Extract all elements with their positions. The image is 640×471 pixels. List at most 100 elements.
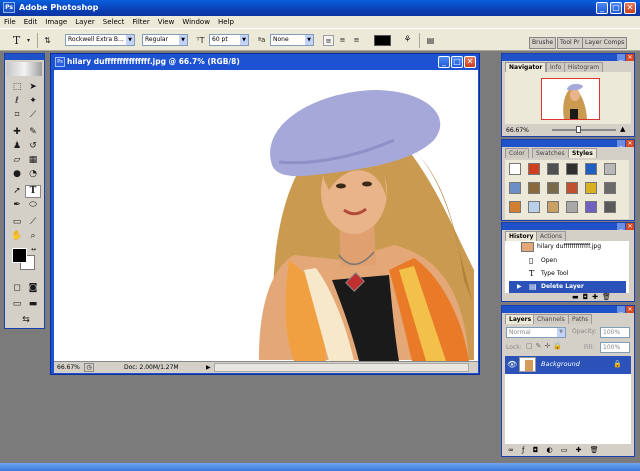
style-swatch[interactable] <box>528 182 540 194</box>
history-item-type-tool[interactable]: T Type Tool <box>509 268 626 280</box>
crop-tool-icon[interactable]: ⌗ <box>9 109 25 122</box>
navigator-zoom-value[interactable]: 66.67% <box>506 127 529 134</box>
menu-filter[interactable]: Filter <box>128 16 153 28</box>
tab-channels[interactable]: Channels <box>533 314 569 324</box>
doc-maximize-button[interactable]: □ <box>451 56 463 68</box>
clone-stamp-tool-icon[interactable]: ♟ <box>9 140 25 153</box>
style-swatch[interactable] <box>509 201 521 213</box>
panel-close-button[interactable]: ✕ <box>626 223 634 230</box>
tab-paths[interactable]: Paths <box>568 314 593 324</box>
palette-tab-brushes[interactable]: Brushe <box>529 37 557 49</box>
menu-select[interactable]: Select <box>99 16 129 28</box>
menu-view[interactable]: View <box>154 16 179 28</box>
adobe-online-feather-icon[interactable] <box>7 62 42 76</box>
antialias-select[interactable]: None ▼ <box>270 34 314 46</box>
lock-buttons[interactable]: ▢✎✛🔒 <box>526 342 565 350</box>
navigator-preview-area[interactable] <box>505 72 631 124</box>
tab-info[interactable]: Info <box>546 62 566 72</box>
align-right-icon[interactable]: ≡ <box>351 35 362 46</box>
horizontal-scrollbar[interactable] <box>214 363 469 372</box>
style-swatch[interactable] <box>547 163 559 175</box>
lasso-tool-icon[interactable]: ℓ <box>9 95 25 108</box>
blend-mode-select[interactable]: Normal ▼ <box>506 327 566 338</box>
tab-layers[interactable]: Layers <box>505 314 536 324</box>
pen-tool-icon[interactable]: ✒ <box>9 199 25 212</box>
panel-header[interactable] <box>502 223 634 230</box>
layer-name[interactable]: Background <box>541 360 580 368</box>
font-style-select[interactable]: Regular ▼ <box>142 34 188 46</box>
panel-minimize-button[interactable]: _ <box>617 223 625 230</box>
panel-minimize-button[interactable]: _ <box>617 54 625 61</box>
close-button[interactable]: ✕ <box>624 2 636 14</box>
navigator-zoom-slider[interactable] <box>552 126 616 133</box>
eraser-tool-icon[interactable]: ▱ <box>9 154 25 167</box>
type-tool-icon[interactable]: T <box>25 185 41 198</box>
eye-icon[interactable]: 👁 <box>507 360 517 369</box>
panel-minimize-button[interactable]: _ <box>617 306 625 313</box>
tab-actions[interactable]: Actions <box>536 231 566 241</box>
warp-text-icon[interactable]: ⚘ <box>402 35 413 46</box>
doc-minimize-button[interactable]: _ <box>438 56 450 68</box>
style-swatch[interactable] <box>585 201 597 213</box>
style-swatch[interactable] <box>528 201 540 213</box>
menu-window[interactable]: Window <box>178 16 214 28</box>
style-swatch[interactable] <box>509 163 521 175</box>
type-tool-preset-icon[interactable]: T <box>11 35 22 46</box>
panel-header[interactable] <box>502 306 634 313</box>
style-swatch[interactable] <box>604 163 616 175</box>
status-menu-arrow-icon[interactable]: ▶ <box>206 362 211 373</box>
font-family-select[interactable]: Rockwell Extra B... ▼ <box>65 34 135 46</box>
tab-color[interactable]: Color <box>505 148 529 158</box>
chevron-down-icon[interactable]: ▾ <box>23 35 34 46</box>
magic-wand-tool-icon[interactable]: ✦ <box>25 95 41 108</box>
foreground-color-swatch[interactable] <box>12 248 27 263</box>
opacity-field[interactable]: 100% <box>600 327 630 338</box>
zoom-in-icon[interactable]: ▲ <box>620 125 625 133</box>
panel-header[interactable] <box>502 140 634 147</box>
navigator-thumbnail[interactable] <box>541 78 600 120</box>
layers-footer-buttons[interactable]: ∞ ƒ ◘ ◐ ▭ ✚ 🗑 <box>508 446 602 454</box>
style-swatch[interactable] <box>566 163 578 175</box>
menu-image[interactable]: Image <box>41 16 71 28</box>
dodge-tool-icon[interactable]: ◔ <box>25 168 41 181</box>
tab-history[interactable]: History <box>505 231 538 241</box>
text-color-swatch[interactable] <box>374 35 391 46</box>
layer-row-background[interactable]: 👁 Background 🔒 <box>505 356 631 374</box>
gradient-tool-icon[interactable]: ▦ <box>25 154 41 167</box>
style-swatch[interactable] <box>604 182 616 194</box>
tab-swatches[interactable]: Swatches <box>532 148 569 158</box>
swap-colors-icon[interactable]: ↔ <box>31 246 36 253</box>
panel-header[interactable] <box>502 54 634 61</box>
history-brush-tool-icon[interactable]: ↺ <box>25 140 41 153</box>
quick-mask-mode-icon[interactable]: ◙ <box>25 282 41 295</box>
slider-thumb[interactable] <box>576 126 581 133</box>
history-item-open[interactable]: ▯ Open <box>509 255 626 267</box>
text-orientation-icon[interactable]: ⇅ <box>42 35 53 46</box>
panel-close-button[interactable]: ✕ <box>626 306 634 313</box>
move-tool-icon[interactable]: ➤ <box>25 81 41 94</box>
menu-layer[interactable]: Layer <box>71 16 99 28</box>
style-swatch[interactable] <box>566 201 578 213</box>
character-palette-icon[interactable]: ▤ <box>425 35 436 46</box>
shape-tool-icon[interactable]: ⬭ <box>25 199 41 212</box>
style-swatch[interactable] <box>604 201 616 213</box>
minimize-button[interactable]: _ <box>596 2 608 14</box>
style-swatch[interactable] <box>585 163 597 175</box>
panel-close-button[interactable]: ✕ <box>626 140 634 147</box>
align-left-icon[interactable]: ≡ <box>323 35 334 46</box>
style-swatch[interactable] <box>547 182 559 194</box>
fill-field[interactable]: 100% <box>600 342 630 353</box>
jump-to-imageready-icon[interactable]: ⇆ <box>14 314 38 327</box>
style-swatch[interactable] <box>547 201 559 213</box>
style-swatch[interactable] <box>528 163 540 175</box>
history-footer-buttons[interactable]: ▬◘✚🗑 <box>572 293 615 301</box>
menu-edit[interactable]: Edit <box>20 16 42 28</box>
path-selection-tool-icon[interactable]: ➚ <box>9 185 25 198</box>
panel-minimize-button[interactable]: _ <box>617 140 625 147</box>
image-canvas[interactable] <box>54 70 478 361</box>
zoom-level[interactable]: 66.67% <box>57 362 80 373</box>
brush-tool-icon[interactable]: ✎ <box>25 126 41 139</box>
eyedropper-tool-icon[interactable]: ⟋ <box>25 216 41 229</box>
blur-tool-icon[interactable]: ● <box>9 168 25 181</box>
style-swatch[interactable] <box>509 182 521 194</box>
